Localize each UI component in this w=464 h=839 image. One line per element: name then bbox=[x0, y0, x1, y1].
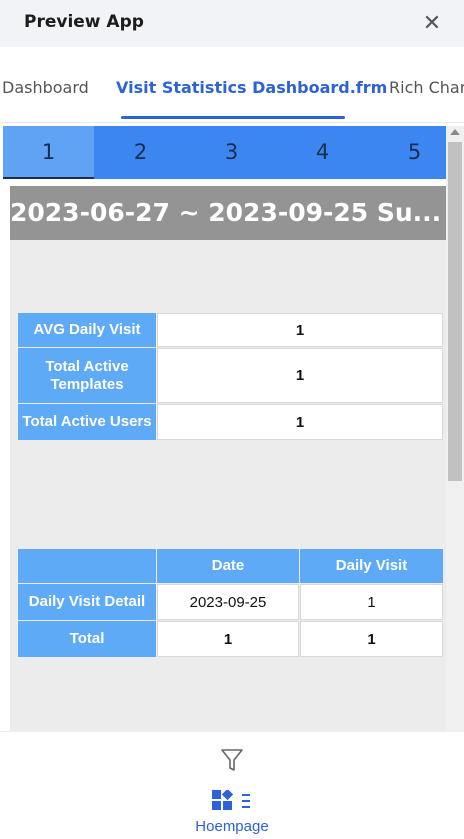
scroll-up-arrow-icon[interactable] bbox=[450, 129, 460, 135]
vertical-scrollbar[interactable] bbox=[446, 126, 464, 731]
tab-visit-statistics-dashboard[interactable]: Visit Statistics Dashboard.frm bbox=[116, 78, 387, 97]
dashboard-icon[interactable] bbox=[212, 788, 252, 814]
report-viewport: 1 2 3 4 5 2023-06-27 ~ 2023-09-25 Su... … bbox=[3, 126, 446, 731]
date-range-banner: 2023-06-27 ~ 2023-09-25 Su... bbox=[10, 186, 446, 240]
app-title: Preview App bbox=[24, 12, 144, 32]
detail-row-label: Daily Visit Detail bbox=[18, 584, 156, 620]
tab-bar: Dashboard Visit Statistics Dashboard.frm… bbox=[0, 47, 464, 123]
summary-value-total-active-users: 1 bbox=[157, 404, 443, 440]
detail-header-blank bbox=[18, 549, 156, 583]
summary-label-total-active-templates: Total Active Templates bbox=[18, 348, 156, 403]
detail-total-visit: 1 bbox=[300, 621, 443, 657]
active-tab-indicator bbox=[121, 116, 345, 119]
detail-header-daily-visit: Daily Visit bbox=[300, 549, 443, 583]
filter-icon[interactable] bbox=[220, 746, 244, 774]
tab-dashboard[interactable]: Dashboard bbox=[2, 78, 89, 97]
page-tab-1[interactable]: 1 bbox=[3, 126, 94, 179]
report-page: 2023-06-27 ~ 2023-09-25 Su... AVG Daily … bbox=[10, 186, 446, 731]
page-tab-5[interactable]: 5 bbox=[369, 126, 446, 179]
summary-label-avg-daily-visit: AVG Daily Visit bbox=[18, 313, 156, 347]
detail-header-date: Date bbox=[157, 549, 299, 583]
detail-total-date: 1 bbox=[157, 621, 299, 657]
summary-label-total-active-users: Total Active Users bbox=[18, 404, 156, 440]
scrollbar-thumb[interactable] bbox=[448, 142, 462, 481]
page-tab-4[interactable]: 4 bbox=[277, 126, 368, 179]
detail-row-visit: 1 bbox=[300, 584, 443, 620]
homepage-label[interactable]: Hoempage bbox=[0, 818, 464, 835]
detail-row-date: 2023-09-25 bbox=[157, 584, 299, 620]
app-header: Preview App ✕ bbox=[0, 0, 464, 47]
page-tab-2[interactable]: 2 bbox=[95, 126, 186, 179]
bottom-navigation: Hoempage bbox=[0, 731, 464, 839]
detail-total-label: Total bbox=[18, 621, 156, 657]
close-icon[interactable]: ✕ bbox=[420, 9, 444, 37]
summary-value-avg-daily-visit: 1 bbox=[157, 313, 443, 347]
page-selector: 1 2 3 4 5 bbox=[3, 126, 446, 179]
summary-value-total-active-templates: 1 bbox=[157, 348, 443, 403]
page-tab-3[interactable]: 3 bbox=[186, 126, 277, 179]
tab-rich-char[interactable]: Rich Char bbox=[389, 78, 464, 97]
